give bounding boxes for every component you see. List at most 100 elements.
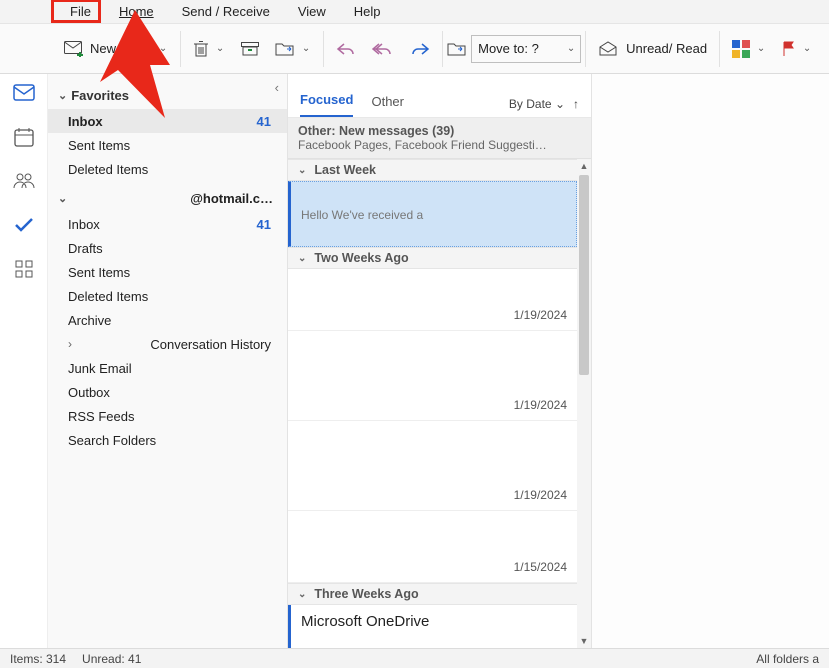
tab-other[interactable]: Other [371,94,404,117]
categorize-button[interactable]: ⌄ [724,31,774,67]
message-item[interactable]: Microsoft OneDrive [288,605,577,648]
message-item[interactable]: 1/19/2024 [288,331,577,421]
group-three-weeks[interactable]: ⌄ Three Weeks Ago [288,583,577,605]
chevron-down-icon[interactable]: ⌄ [756,43,766,54]
folder-label: Inbox [68,217,100,232]
chevron-down-icon: ⌄ [298,589,306,600]
menu-file[interactable]: File [56,1,105,22]
favorites-label: Favorites [71,88,129,103]
folder-item-conversation-history[interactable]: Conversation History [48,332,287,356]
folder-item-inbox[interactable]: Inbox 41 [48,212,287,236]
separator [323,31,324,67]
folder-item-sent-fav[interactable]: Sent Items [48,133,287,157]
move-button[interactable]: ⌄ [267,31,319,67]
scroll-down-icon[interactable]: ▼ [577,634,591,648]
message-preview: Hello We've received a [301,208,566,222]
rail-more-apps-icon[interactable] [13,258,35,280]
folder-label: Junk Email [68,361,132,376]
follow-up-button[interactable]: ⌄ [774,31,820,67]
reading-pane [592,74,829,648]
reply-icon [336,41,356,57]
menu-help[interactable]: Help [340,1,395,22]
chevron-down-icon[interactable]: ⌄ [301,43,311,54]
chevron-down-icon[interactable]: ⌄ [802,43,812,54]
message-item[interactable]: 1/19/2024 [288,269,577,331]
menu-home[interactable]: Home [105,1,168,22]
move-folder-icon [275,41,295,57]
rail-todo-icon[interactable] [13,214,35,236]
rail-people-icon[interactable] [13,170,35,192]
new-email-button[interactable]: New Email ⌄ [56,31,176,67]
account-header[interactable]: ⌄ @hotmail.c… [48,181,287,212]
trash-icon [193,40,209,58]
folder-label: Sent Items [68,265,130,280]
folder-item-deleted[interactable]: Deleted Items [48,284,287,308]
folder-item-sent[interactable]: Sent Items [48,260,287,284]
chevron-down-icon: ⌄ [58,89,67,102]
sort-direction[interactable]: ↑ [573,97,579,111]
message-list-header: Focused Other By Date ⌄ ↑ [288,74,591,118]
group-two-weeks[interactable]: ⌄Two Weeks Ago [288,247,577,269]
folder-item-inbox-fav[interactable]: Inbox 41 [48,109,287,133]
account-email: @hotmail.c… [73,191,277,206]
archive-button[interactable] [233,31,267,67]
envelope-open-icon [598,41,618,57]
folder-item-drafts[interactable]: Drafts [48,236,287,260]
folder-label: Deleted Items [68,162,148,177]
group-last-week[interactable]: ⌄Last Week [288,159,577,181]
reply-all-button[interactable] [364,31,402,67]
message-date: 1/19/2024 [514,398,567,412]
sort-by-date[interactable]: By Date ⌄ [509,97,565,111]
rail-calendar-icon[interactable] [13,126,35,148]
ribbon: New Email ⌄ ⌄ ⌄ Move to: ? [0,24,829,74]
delete-button[interactable]: ⌄ [185,31,233,67]
folder-pane: ‹ ⌄ Favorites Inbox 41 Sent Items Delete… [48,74,288,648]
menu-send-receive[interactable]: Send / Receive [168,1,284,22]
tab-focused[interactable]: Focused [300,92,353,117]
flag-icon [782,41,796,57]
message-from: Microsoft OneDrive [301,613,567,630]
collapse-folder-pane[interactable]: ‹ [275,80,279,95]
unread-read-button[interactable]: Unread/ Read [590,31,715,67]
menu-view[interactable]: View [284,1,340,22]
message-item[interactable]: Hello We've received a [288,181,577,247]
status-bar: Items: 314 Unread: 41 All folders a [0,648,829,668]
favorites-header[interactable]: ⌄ Favorites [48,82,287,109]
sort-label: By Date [509,97,552,111]
folder-item-archive[interactable]: Archive [48,308,287,332]
folder-item-outbox[interactable]: Outbox [48,380,287,404]
folder-label: Drafts [68,241,103,256]
move-to-dropdown[interactable]: Move to: ? ⌄ [471,35,581,63]
separator [442,31,443,67]
folder-item-rss[interactable]: RSS Feeds [48,404,287,428]
folder-label: Conversation History [150,337,271,352]
new-email-label: New Email [90,41,152,56]
reply-button[interactable] [328,31,364,67]
folder-item-search-folders[interactable]: Search Folders [48,428,287,452]
chevron-down-icon[interactable]: ⌄ [158,43,168,54]
chevron-down-icon: ⌄ [58,192,67,205]
group-label: Two Weeks Ago [314,251,408,265]
other-new-messages-banner[interactable]: Other: New messages (39) Facebook Pages,… [288,118,591,159]
chevron-down-icon: ⌄ [298,165,306,176]
status-unread: Unread: 41 [82,652,141,666]
move-to-folder-icon [447,41,467,57]
message-date: 1/19/2024 [514,308,567,322]
folder-item-junk[interactable]: Junk Email [48,356,287,380]
message-item[interactable]: 1/19/2024 [288,421,577,511]
group-label: Three Weeks Ago [314,587,418,601]
separator [719,31,720,67]
chevron-down-icon[interactable]: ⌄ [215,43,225,54]
menubar: File Home Send / Receive View Help [0,0,829,24]
status-items: Items: 314 [10,652,66,666]
forward-button[interactable] [402,31,438,67]
rail-mail-icon[interactable] [13,82,35,104]
scroll-up-icon[interactable]: ▲ [577,159,591,173]
mail-plus-icon [64,41,84,57]
message-date: 1/15/2024 [514,560,567,574]
folder-item-deleted-fav[interactable]: Deleted Items [48,157,287,181]
scrollbar-thumb[interactable] [579,175,589,375]
message-item[interactable]: 1/15/2024 [288,511,577,583]
scrollbar[interactable]: ▲ ▼ [577,159,591,648]
folder-label: Deleted Items [68,289,148,304]
